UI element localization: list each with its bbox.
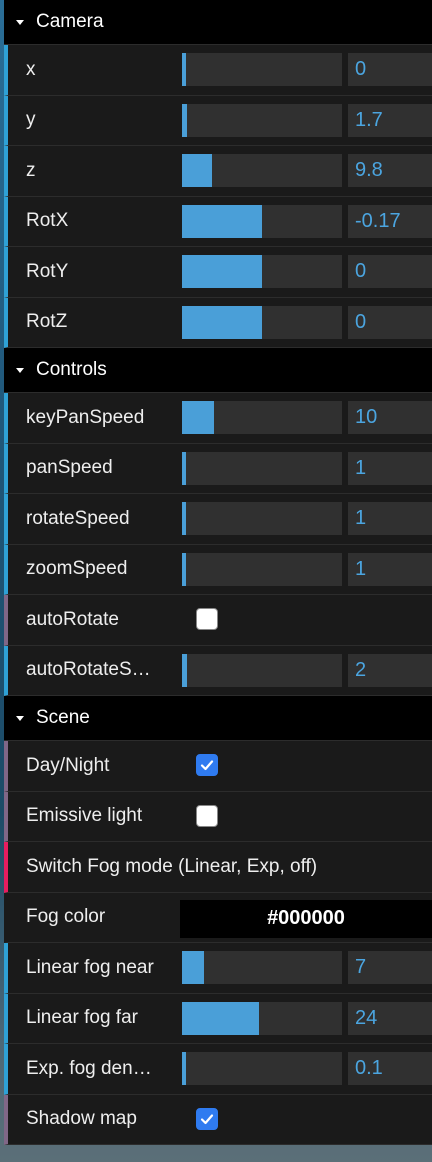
number-input-z[interactable]: 9.8: [348, 154, 432, 187]
control-zoomspeed: zoomSpeed 1: [4, 544, 432, 595]
emissive-light-checkbox[interactable]: [196, 804, 218, 827]
slider-fill: [182, 502, 186, 535]
folder-controls-header[interactable]: Controls: [4, 348, 432, 393]
number-input-linear-fog-far[interactable]: 24: [348, 1001, 432, 1035]
checkmark-icon: [200, 760, 214, 771]
slider-linear-fog-far[interactable]: [182, 1001, 342, 1035]
control-label: Day/Night: [26, 754, 110, 776]
control-shadow-map: Shadow map: [4, 1094, 432, 1145]
control-rotatespeed: rotateSpeed 1: [4, 494, 432, 545]
control-label: z: [26, 159, 36, 181]
control-linear-fog-near: Linear fog near 7: [4, 943, 432, 994]
slider-fill: [182, 53, 186, 86]
control-linear-fog-far: Linear fog far 24: [4, 993, 432, 1044]
slider-fill: [182, 451, 186, 485]
folder-title: Controls: [36, 359, 107, 380]
slider-fill: [182, 154, 213, 187]
control-rotz: RotZ 0: [4, 297, 432, 348]
control-label: Linear fog near: [26, 956, 154, 978]
number-input-keypanspeed[interactable]: 10: [348, 401, 432, 434]
folder-title: Scene: [36, 707, 90, 728]
caret-down-icon: [16, 715, 24, 721]
caret-down-icon: [16, 19, 24, 25]
control-label: Exp. fog density: [26, 1057, 158, 1079]
checkmark-icon: [200, 1113, 214, 1124]
slider-fill: [182, 1001, 259, 1035]
control-fog-color: Fog color #000000: [4, 892, 432, 943]
number-input-linear-fog-near[interactable]: 7: [348, 951, 432, 984]
slider-roty[interactable]: [182, 255, 342, 288]
slider-fill: [182, 1052, 186, 1085]
slider-x[interactable]: [182, 53, 342, 86]
control-autorotate: autoRotate: [4, 595, 432, 646]
control-panspeed: panSpeed 1: [4, 443, 432, 494]
control-label: Linear fog far: [26, 1007, 138, 1029]
gui-panel: Camera x 0 y 1.7 z 9.8 RotX -0.17 RotY 0…: [4, 0, 432, 1145]
number-input-rotz[interactable]: 0: [348, 305, 432, 339]
control-rotx: RotX -0.17: [4, 196, 432, 247]
folder-title: Camera: [36, 11, 104, 32]
control-x: x 0: [4, 45, 432, 96]
control-label: Switch Fog mode (Linear, Exp, off): [26, 855, 318, 877]
number-input-rotx[interactable]: -0.17: [348, 204, 432, 238]
switch-fog-mode-button[interactable]: Switch Fog mode (Linear, Exp, off): [4, 842, 432, 893]
slider-linear-fog-near[interactable]: [182, 951, 342, 984]
control-label: RotZ: [26, 311, 68, 333]
autorotate-checkbox[interactable]: [196, 608, 218, 630]
slider-exp-fog-density[interactable]: [182, 1052, 342, 1085]
folder-camera-header[interactable]: Camera: [4, 0, 432, 45]
control-roty: RotY 0: [4, 247, 432, 298]
slider-y[interactable]: [182, 103, 342, 137]
shadow-map-checkbox[interactable]: [196, 1107, 218, 1130]
slider-fill: [182, 401, 214, 434]
control-y: y 1.7: [4, 95, 432, 146]
slider-zoomspeed[interactable]: [182, 552, 342, 586]
slider-rotatespeed[interactable]: [182, 502, 342, 535]
control-label: keyPanSpeed: [26, 406, 145, 428]
control-exp-fog-density: Exp. fog density 0.1: [4, 1044, 432, 1095]
day-night-checkbox[interactable]: [196, 754, 218, 776]
control-keypanspeed: keyPanSpeed 10: [4, 393, 432, 444]
control-label: autoRotateSpe…: [26, 659, 158, 681]
control-label: autoRotate: [26, 608, 119, 630]
number-input-roty[interactable]: 0: [348, 255, 432, 288]
control-label: rotateSpeed: [26, 507, 130, 529]
slider-keypanspeed[interactable]: [182, 401, 342, 434]
control-day-night: Day/Night: [4, 741, 432, 792]
control-emissive-light: Emissive light: [4, 791, 432, 842]
number-input-exp-fog-density[interactable]: 0.1: [348, 1052, 432, 1085]
slider-panspeed[interactable]: [182, 451, 342, 485]
slider-fill: [182, 951, 205, 984]
number-input-autorotatespeed[interactable]: 2: [348, 653, 432, 687]
number-input-rotatespeed[interactable]: 1: [348, 502, 432, 535]
control-z: z 9.8: [4, 146, 432, 197]
slider-fill: [182, 255, 262, 288]
control-label: Shadow map: [26, 1108, 137, 1130]
control-label: y: [26, 109, 36, 131]
control-label: RotX: [26, 210, 69, 232]
number-input-zoomspeed[interactable]: 1: [348, 552, 432, 586]
control-label: Emissive light: [26, 805, 143, 827]
folder-scene-header[interactable]: Scene: [4, 696, 432, 741]
slider-fill: [182, 204, 262, 238]
slider-fill: [182, 305, 262, 339]
caret-down-icon: [16, 367, 24, 373]
slider-rotx[interactable]: [182, 204, 342, 238]
control-autorotatespeed: autoRotateSpe… 2: [4, 645, 432, 696]
slider-z[interactable]: [182, 154, 342, 187]
control-label: panSpeed: [26, 457, 113, 479]
slider-rotz[interactable]: [182, 305, 342, 339]
slider-autorotatespeed[interactable]: [182, 653, 342, 687]
slider-fill: [182, 103, 187, 137]
control-label: RotY: [26, 260, 69, 282]
control-label: Fog color: [26, 906, 106, 928]
control-label: x: [26, 58, 36, 80]
number-input-y[interactable]: 1.7: [348, 103, 432, 137]
fog-color-input[interactable]: #000000: [180, 899, 432, 938]
slider-fill: [182, 653, 187, 687]
control-label: zoomSpeed: [26, 558, 128, 580]
number-input-x[interactable]: 0: [348, 53, 432, 86]
slider-fill: [182, 552, 186, 586]
number-input-panspeed[interactable]: 1: [348, 451, 432, 485]
